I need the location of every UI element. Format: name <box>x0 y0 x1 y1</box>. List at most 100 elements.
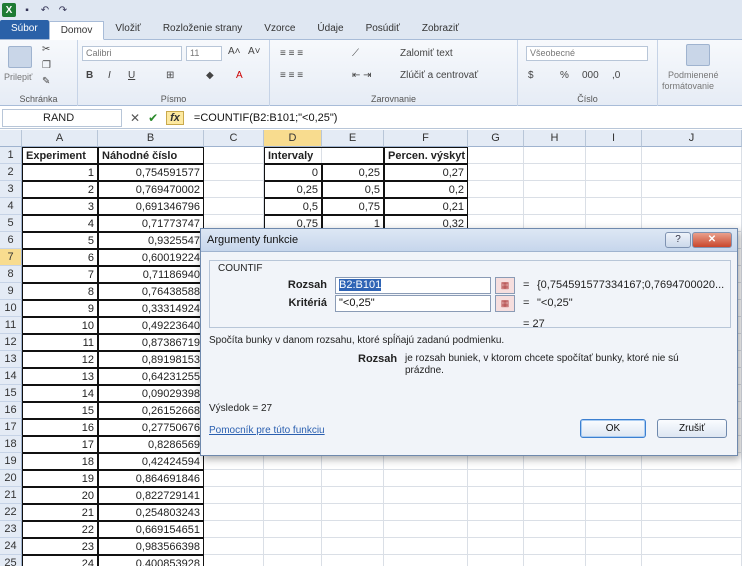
cell-experiment[interactable]: 14 <box>22 385 98 402</box>
cell[interactable] <box>322 487 384 504</box>
row-header[interactable]: 15 <box>0 385 22 402</box>
cell-experiment[interactable]: 21 <box>22 504 98 521</box>
tab-page-layout[interactable]: Rozloženie strany <box>152 20 253 39</box>
arg1-input[interactable]: B2:B101 <box>335 277 491 294</box>
cell-interval-to[interactable]: 0,5 <box>322 181 384 198</box>
cell[interactable] <box>468 521 524 538</box>
font-color-icon[interactable]: A <box>236 70 243 81</box>
row-header[interactable]: 19 <box>0 453 22 470</box>
tab-review[interactable]: Posúdiť <box>355 20 411 39</box>
cell-random-number[interactable]: 0,33314924 <box>98 300 204 317</box>
cell-experiment[interactable]: 12 <box>22 351 98 368</box>
cell[interactable] <box>642 487 742 504</box>
cell[interactable] <box>642 470 742 487</box>
cell-random-number[interactable]: 0,983566398 <box>98 538 204 555</box>
tab-formulas[interactable]: Vzorce <box>253 20 306 39</box>
indent-icon[interactable]: ⇤ ⇥ <box>352 70 372 81</box>
cell[interactable] <box>322 538 384 555</box>
cell[interactable] <box>468 504 524 521</box>
cell-experiment[interactable]: 20 <box>22 487 98 504</box>
paste-icon[interactable] <box>8 46 32 68</box>
cell[interactable] <box>384 521 468 538</box>
cell[interactable] <box>264 470 322 487</box>
tab-file[interactable]: Súbor <box>0 20 49 39</box>
cell-random-number[interactable]: 0,26152668 <box>98 402 204 419</box>
cell[interactable] <box>468 198 524 215</box>
cell[interactable] <box>204 487 264 504</box>
cancel-formula-icon[interactable]: ✕ <box>130 111 140 125</box>
cell[interactable] <box>642 504 742 521</box>
cell-interval-to[interactable]: 0,25 <box>322 164 384 181</box>
tab-home[interactable]: Domov <box>48 21 105 40</box>
cell-interval-from[interactable]: 0,25 <box>264 181 322 198</box>
cell-random-number[interactable]: 0,60019224 <box>98 249 204 266</box>
name-box[interactable]: RAND <box>2 108 122 127</box>
cell[interactable] <box>322 470 384 487</box>
cell-experiment[interactable]: 4 <box>22 215 98 232</box>
dialog-title-bar[interactable]: Argumenty funkcie ? ✕ <box>201 229 737 252</box>
cell[interactable] <box>322 521 384 538</box>
decimal-icon[interactable]: ,0 <box>612 70 620 81</box>
paste-button[interactable]: Prilepiť <box>4 72 32 82</box>
cell[interactable] <box>264 504 322 521</box>
font-size-select[interactable]: 11 <box>186 46 222 61</box>
cell-random-number[interactable]: 0,71773747 <box>98 215 204 232</box>
cell-random-number[interactable]: 0,8286569 <box>98 436 204 453</box>
cell-experiment[interactable]: 1 <box>22 164 98 181</box>
cell[interactable] <box>642 181 742 198</box>
cell-percent[interactable]: 0,21 <box>384 198 468 215</box>
cell[interactable] <box>524 147 586 164</box>
cell[interactable] <box>524 181 586 198</box>
cell-random-number[interactable]: 0,89198153 <box>98 351 204 368</box>
cell-experiment[interactable]: 9 <box>22 300 98 317</box>
cell[interactable] <box>586 147 642 164</box>
conditional-formatting-icon[interactable] <box>686 44 710 66</box>
cell[interactable] <box>586 538 642 555</box>
tab-view[interactable]: Zobraziť <box>411 20 470 39</box>
column-header[interactable]: F <box>384 130 468 147</box>
column-header[interactable]: C <box>204 130 264 147</box>
cell-random-number[interactable]: 0,09029398 <box>98 385 204 402</box>
cell-random-number[interactable]: 0,691346796 <box>98 198 204 215</box>
cell-experiment[interactable]: 18 <box>22 453 98 470</box>
accounting-icon[interactable]: $ <box>528 70 534 81</box>
formula-input[interactable]: =COUNTIF(B2:B101;"<0,25") <box>194 112 338 124</box>
row-header[interactable]: 6 <box>0 232 22 249</box>
cell[interactable] <box>468 164 524 181</box>
cell-random-number[interactable]: 0,42424594 <box>98 453 204 470</box>
cell[interactable] <box>586 164 642 181</box>
cell-percent[interactable]: 0,2 <box>384 181 468 198</box>
select-all-corner[interactable] <box>0 130 22 147</box>
row-header[interactable]: 13 <box>0 351 22 368</box>
orientation-icon[interactable]: ⟋ <box>352 48 359 59</box>
cell[interactable] <box>524 164 586 181</box>
undo-icon[interactable]: ↶ <box>38 3 52 17</box>
cell[interactable] <box>642 147 742 164</box>
cell[interactable] <box>204 164 264 181</box>
row-header[interactable]: 21 <box>0 487 22 504</box>
cell-random-number[interactable]: 0,27750676 <box>98 419 204 436</box>
cell[interactable] <box>586 470 642 487</box>
row-header[interactable]: 16 <box>0 402 22 419</box>
insert-function-icon[interactable]: fx <box>166 110 184 125</box>
row-header[interactable]: 12 <box>0 334 22 351</box>
cell[interactable] <box>468 181 524 198</box>
row-header[interactable]: 3 <box>0 181 22 198</box>
column-header[interactable]: H <box>524 130 586 147</box>
tab-insert[interactable]: Vložiť <box>104 20 151 39</box>
cell-experiment[interactable]: 15 <box>22 402 98 419</box>
header-percent[interactable]: Percen. výskyt <box>384 147 468 164</box>
row-header[interactable]: 10 <box>0 300 22 317</box>
cell[interactable] <box>586 198 642 215</box>
font-name-select[interactable]: Calibri <box>82 46 182 61</box>
conditional-formatting-button-line2[interactable]: formátovanie <box>662 81 714 91</box>
cancel-button[interactable]: Zrušiť <box>657 419 727 438</box>
cell-experiment[interactable]: 17 <box>22 436 98 453</box>
cell[interactable] <box>264 555 322 566</box>
row-header[interactable]: 20 <box>0 470 22 487</box>
row-header[interactable]: 2 <box>0 164 22 181</box>
shrink-font-icon[interactable]: A˅ <box>248 46 261 57</box>
cell-experiment[interactable]: 11 <box>22 334 98 351</box>
grow-font-icon[interactable]: A˄ <box>228 46 241 57</box>
cell[interactable] <box>384 487 468 504</box>
